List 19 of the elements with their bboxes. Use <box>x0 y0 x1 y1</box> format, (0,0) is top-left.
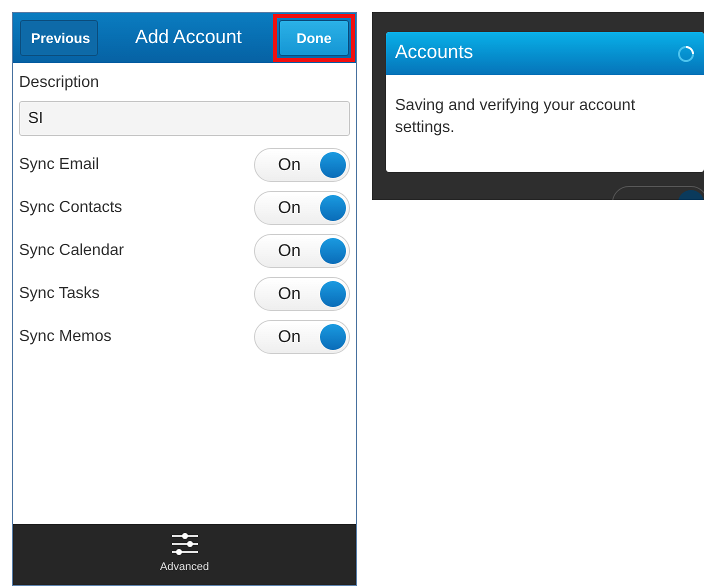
toggle-switch[interactable]: On <box>254 234 350 268</box>
toggle-label: Sync Contacts <box>19 198 122 218</box>
dialog-message: Saving and verifying your account settings. <box>394 96 636 138</box>
toggle-label: Sync Memos <box>19 326 112 346</box>
toggle-label: Sync Calendar <box>19 240 124 260</box>
screen-title: Add Account <box>135 26 242 50</box>
previous-button[interactable]: Previous <box>20 20 98 56</box>
advanced-label[interactable]: Advanced <box>160 559 209 576</box>
toggle-label: Sync Email <box>19 154 100 174</box>
toggle-switch[interactable]: On <box>254 148 350 182</box>
toggle-label: Sync Tasks <box>19 284 100 304</box>
dialog-title: Accounts <box>395 41 474 66</box>
toggle-switch[interactable]: On <box>254 190 350 224</box>
spinner-icon <box>677 44 695 62</box>
description-label: Description <box>19 73 100 93</box>
sliders-icon[interactable] <box>170 533 198 556</box>
toggle-switch[interactable]: On <box>254 276 350 310</box>
toggle-switch[interactable]: On <box>254 320 350 354</box>
description-field[interactable]: SI <box>19 101 350 136</box>
